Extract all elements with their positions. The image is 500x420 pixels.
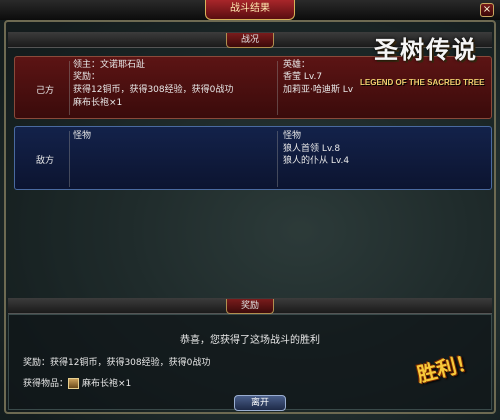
robe-icon[interactable] (68, 378, 80, 389)
window-title: 战斗结果 (205, 0, 295, 20)
logo-subtitle: LEGEND OF THE SACRED TREE (360, 78, 485, 87)
reward-items-label: 获得物品： (23, 379, 69, 389)
ally-divider (69, 61, 70, 115)
ally-divider-2 (277, 61, 278, 115)
reward-title: 奖励 (225, 299, 274, 314)
battle-status-title: 战况 (225, 33, 274, 48)
enemy-monster-2: 狼人的仆从 Lv.4 (283, 156, 350, 166)
enemy-panel: 敌方 怪物 怪物 狼人首领 Lv.8 狼人的仆从 Lv.4 (14, 126, 492, 190)
reward-items: 获得物品： 麻布长袍×1 (23, 378, 131, 390)
enemy-monsters-label-left: 怪物 (73, 131, 92, 141)
victory-congrats: 恭喜，您获得了这场战斗的胜利 (180, 335, 320, 346)
leave-button[interactable]: 离开 (234, 395, 286, 411)
reward-summary: 奖励：获得12铜币，获得308经验，获得0战功 (23, 358, 211, 368)
logo-title: 圣树传说 (374, 35, 478, 64)
game-logo: 圣树传说 LEGEND OF THE SACRED TREE (360, 26, 500, 94)
ally-hero-2: 加莉亚·哈迪斯 Lv (283, 85, 354, 95)
ally-hero-1: 香莹 Lv.7 (283, 72, 323, 82)
reward-header: 奖励 (8, 298, 492, 314)
ally-reward-line: 获得12铜币，获得308经验，获得0战功 (73, 85, 234, 95)
enemy-monster-1: 狼人首领 Lv.8 (283, 144, 341, 154)
ally-side-label: 己方 (35, 86, 54, 96)
ally-item-line: 麻布长袍×1 (73, 98, 123, 108)
enemy-divider (69, 131, 70, 187)
ally-reward-label: 奖励： (73, 72, 101, 82)
enemy-divider-2 (277, 131, 278, 187)
ally-lord: 领主：文诺耶石趾 (73, 60, 146, 70)
enemy-monsters-label-right: 怪物 (283, 131, 302, 141)
ally-heroes-label: 英雄： (283, 60, 311, 70)
reward-item-name: 麻布长袍×1 (82, 379, 132, 389)
enemy-side-label: 敌方 (35, 156, 54, 166)
close-button[interactable]: × (480, 3, 494, 17)
